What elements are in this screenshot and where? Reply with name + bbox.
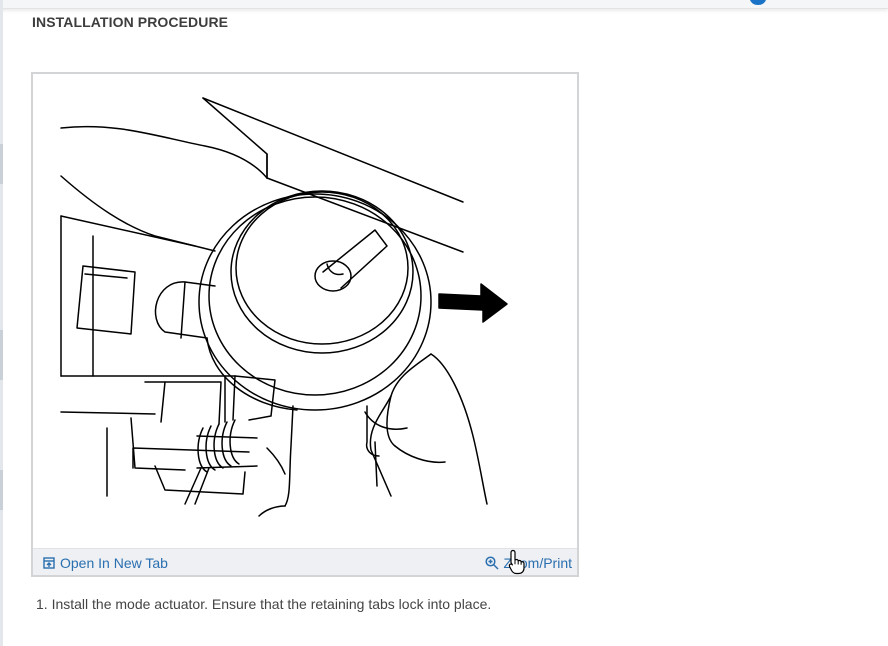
- open-new-tab-icon: [43, 557, 55, 569]
- account-icon[interactable]: [750, 0, 766, 5]
- zoom-print-label: Zoom/Print: [503, 555, 572, 571]
- figure-toolbar: Open In New Tab Zoom/Print: [33, 548, 577, 575]
- open-in-new-tab-label: Open In New Tab: [60, 555, 168, 571]
- open-in-new-tab-button[interactable]: Open In New Tab: [43, 553, 168, 573]
- zoom-print-button[interactable]: Zoom/Print: [484, 553, 572, 573]
- actuator-illustration[interactable]: [35, 76, 575, 548]
- left-edge: [0, 0, 3, 646]
- zoom-in-icon: [484, 556, 499, 570]
- section-title: INSTALLATION PROCEDURE: [32, 14, 229, 30]
- step-instruction: 1. Install the mode actuator. Ensure tha…: [36, 596, 492, 612]
- figure-frame: Open In New Tab Zoom/Print: [31, 72, 579, 577]
- top-bar: [0, 0, 888, 9]
- left-edge-mark: [0, 144, 3, 184]
- left-edge-mark: [0, 330, 3, 380]
- left-edge-mark: [0, 470, 3, 510]
